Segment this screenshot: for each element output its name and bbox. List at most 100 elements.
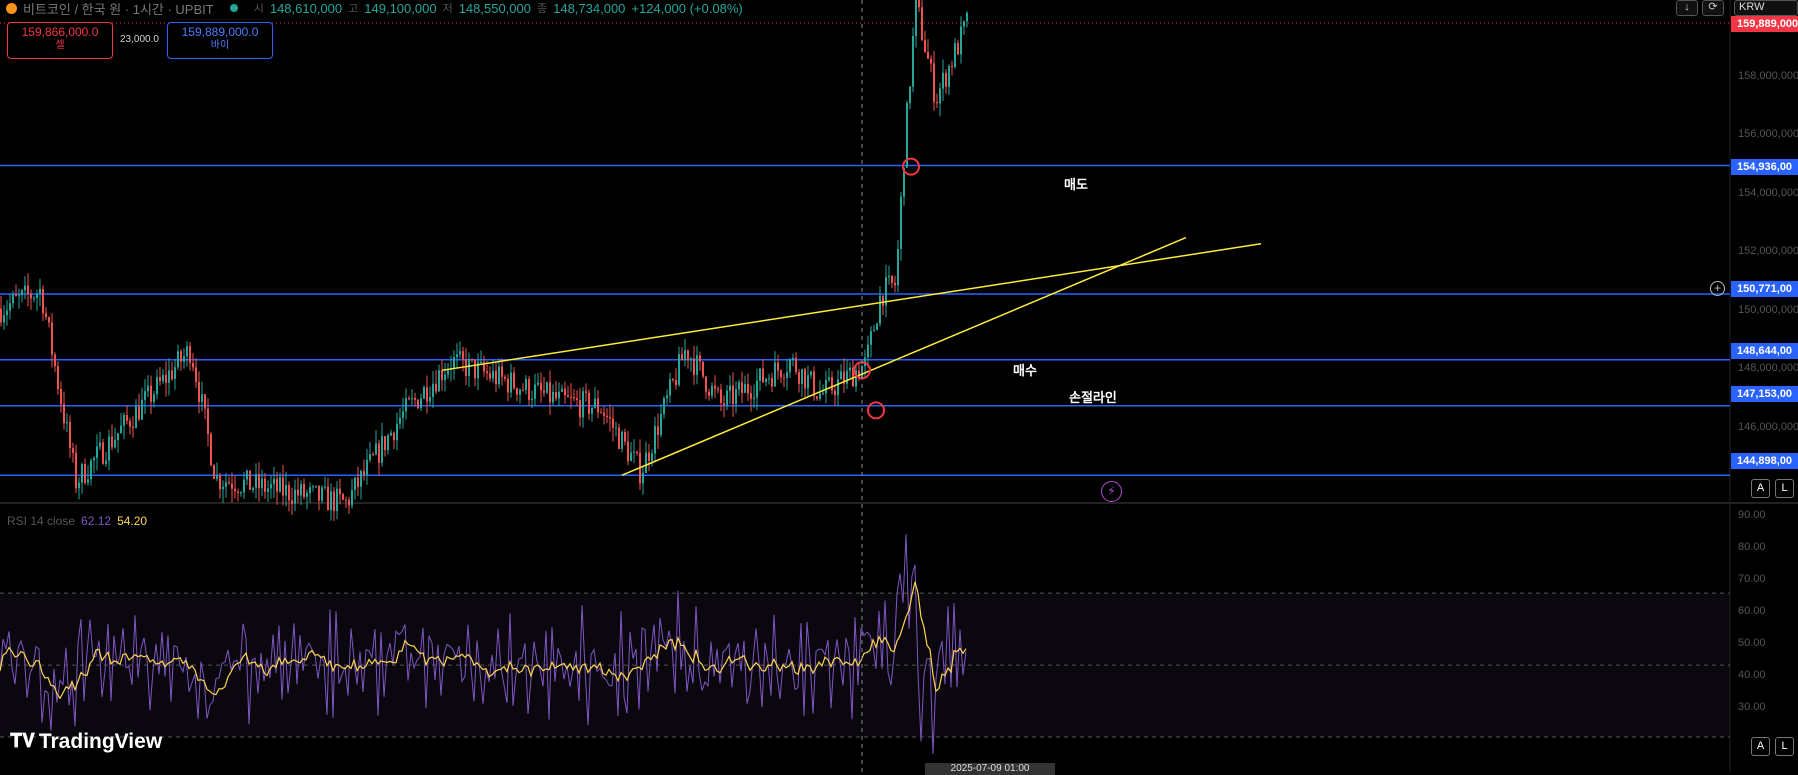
candle-body <box>648 452 650 461</box>
candle-body <box>642 472 644 484</box>
currency-selector[interactable]: KRW <box>1734 0 1798 16</box>
candle-body <box>762 368 764 383</box>
symbol-title[interactable]: 비트코인 / 한국 원 · 1시간 · UPBIT <box>23 0 214 18</box>
candle-body <box>165 374 167 383</box>
sell-button[interactable]: 159,866,000.0 셀 <box>7 22 113 59</box>
candle-body <box>534 384 536 399</box>
candle-body <box>651 453 653 461</box>
level-label[interactable]: 148,644,00 <box>1731 343 1798 359</box>
symbol-header: 비트코인 / 한국 원 · 1시간 · UPBIT 시 148,610,000 고… <box>0 0 743 18</box>
candle-body <box>519 389 521 395</box>
candle-body <box>570 396 572 398</box>
candle-body <box>486 371 488 374</box>
candle-body <box>525 378 527 390</box>
candle-body <box>960 26 962 55</box>
candle-body <box>432 383 434 398</box>
candle-body <box>381 436 383 463</box>
trendline <box>621 236 1187 476</box>
download-icon[interactable]: ↓ <box>1676 0 1698 16</box>
candle-body <box>930 58 932 64</box>
candle-body <box>321 487 323 501</box>
candle-body <box>546 382 548 393</box>
candle-body <box>531 398 533 401</box>
candle-body <box>216 475 218 479</box>
chart-canvas[interactable] <box>0 0 1798 773</box>
candle-body <box>462 351 464 360</box>
level-label[interactable]: 147,153,00 <box>1731 386 1798 402</box>
buy-button[interactable]: 159,889,000.0 바이 <box>167 22 273 59</box>
candle-body <box>426 387 428 402</box>
candle-body <box>813 371 815 397</box>
price-tick: 146,000,000 <box>1738 421 1798 433</box>
candle-body <box>78 482 80 489</box>
candle-body <box>741 382 743 393</box>
spread-value: 23,000.0 <box>120 34 159 45</box>
candle-body <box>825 379 827 394</box>
candle-body <box>594 398 596 408</box>
candle-body <box>624 431 626 442</box>
level-label[interactable]: 144,898,00 <box>1731 453 1798 469</box>
stop-marker <box>867 401 885 420</box>
candle-body <box>768 378 770 380</box>
candle-body <box>672 379 674 381</box>
log-scale-button[interactable]: L <box>1775 479 1794 498</box>
candle-body <box>816 396 818 399</box>
candle-body <box>345 499 347 501</box>
candle-body <box>282 477 284 496</box>
candle-body <box>114 439 116 448</box>
candle-body <box>117 433 119 440</box>
candle-body <box>591 407 593 414</box>
candle-body <box>549 382 551 403</box>
auto-scale-button[interactable]: A <box>1751 479 1770 498</box>
candle-body <box>267 488 269 492</box>
candle-body <box>240 492 242 494</box>
candle-body <box>33 297 35 299</box>
candle-body <box>444 374 446 381</box>
candle-body <box>750 393 752 399</box>
candle-body <box>192 363 194 368</box>
candle-body <box>228 482 230 484</box>
candle-body <box>249 470 251 490</box>
candle-body <box>306 493 308 497</box>
candle-body <box>9 303 11 311</box>
candle-body <box>210 434 212 466</box>
candle-body <box>504 376 506 379</box>
candle-body <box>297 489 299 496</box>
candle-body <box>81 463 83 483</box>
candle-body <box>261 478 263 489</box>
candle-body <box>300 484 302 496</box>
candle-body <box>870 331 872 345</box>
candle-body <box>48 317 50 323</box>
candle-body <box>909 86 911 104</box>
candle-body <box>303 484 305 497</box>
candle-body <box>588 392 590 414</box>
candle-body <box>378 443 380 463</box>
candle-body <box>492 370 494 379</box>
price-tick: 148,000,000 <box>1738 362 1798 374</box>
refresh-icon[interactable]: ⟳ <box>1702 0 1724 16</box>
candle-body <box>147 385 149 392</box>
rsi-log-button[interactable]: L <box>1775 737 1794 756</box>
candle-body <box>933 63 935 103</box>
candle-body <box>234 488 236 492</box>
candle-body <box>795 357 797 373</box>
lightning-icon[interactable]: ⚡ <box>1101 481 1122 502</box>
rsi-tick: 90.00 <box>1738 509 1766 521</box>
candle-body <box>516 388 518 395</box>
candle-body <box>957 43 959 55</box>
candle-body <box>12 294 14 304</box>
candle-body <box>555 392 557 399</box>
rsi-auto-button[interactable]: A <box>1751 737 1770 756</box>
level-label[interactable]: 150,771,00 <box>1731 281 1798 297</box>
level-label[interactable]: 154,936,00 <box>1731 159 1798 175</box>
candle-body <box>288 484 290 501</box>
candle-body <box>627 441 629 462</box>
add-alert-icon[interactable]: + <box>1710 281 1725 296</box>
candle-body <box>123 414 125 426</box>
sell-price: 159,866,000.0 <box>21 25 99 39</box>
crosshair-date: 2025-07-09 01:00 <box>925 763 1055 775</box>
candle-body <box>405 398 407 412</box>
candle-body <box>726 390 728 405</box>
candle-body <box>684 350 686 361</box>
candle-body <box>828 377 830 380</box>
